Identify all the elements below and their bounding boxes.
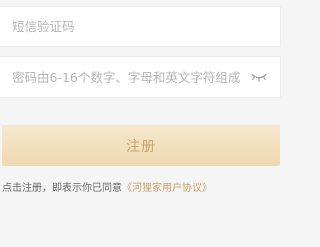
password-input[interactable]	[0, 57, 250, 97]
sms-code-field	[0, 6, 281, 47]
user-agreement-link[interactable]: 《河狸家用户协议》	[122, 183, 212, 194]
agreement-prefix: 点击注册，即表示你已同意	[2, 183, 122, 194]
eye-closed-icon[interactable]	[250, 70, 268, 84]
password-field	[0, 56, 281, 98]
agreement-notice: 点击注册，即表示你已同意《河狸家用户协议》	[2, 179, 212, 194]
register-button[interactable]: 注册	[2, 125, 280, 166]
sms-code-input[interactable]	[0, 7, 280, 46]
